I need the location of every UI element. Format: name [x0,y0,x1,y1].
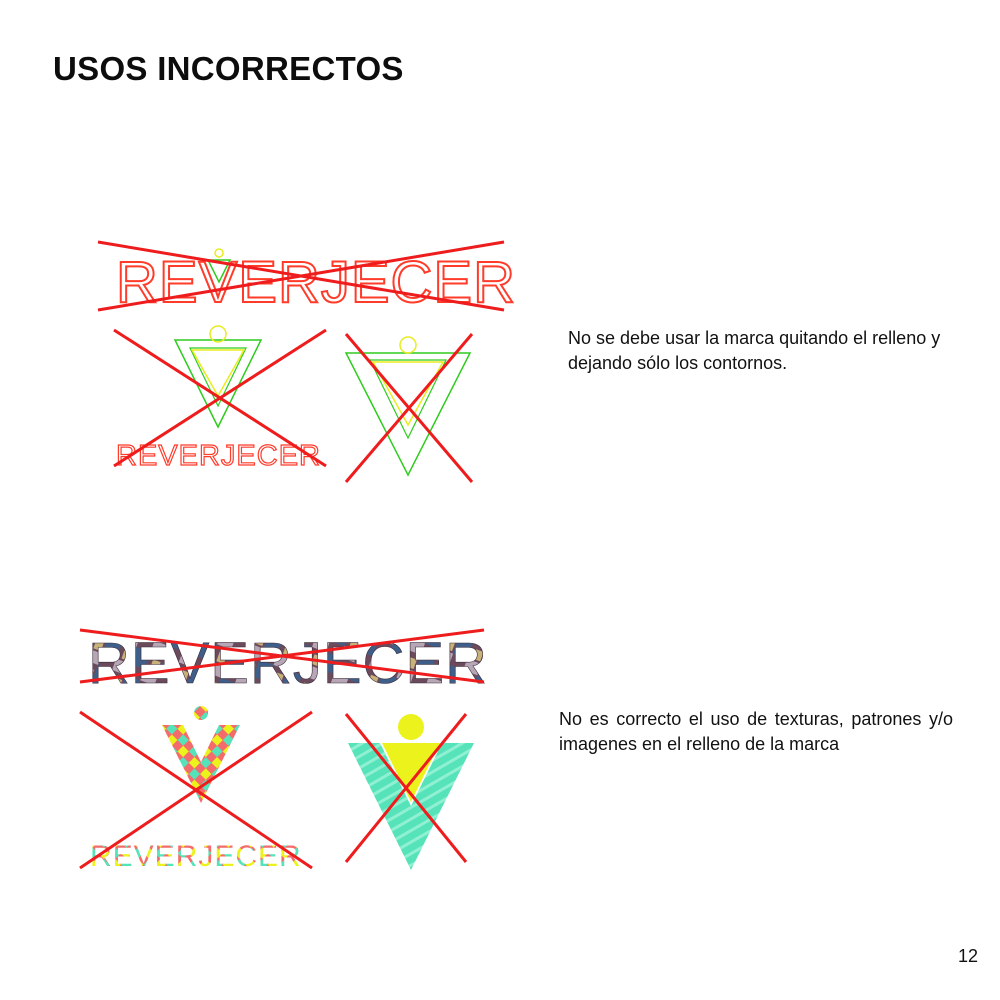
note-outline-usage: No se debe usar la marca quitando el rel… [568,328,941,373]
cross-mark [344,333,474,483]
page-title: USOS INCORRECTOS [53,50,404,87]
textured-logo-examples: REVERJECER REVERJECER [79,628,488,873]
note-texture-usage: No es correcto el uso de texturas, patro… [559,709,953,754]
wordmark-text: REVERJECER [116,250,516,315]
wordmark-horizontal-outline: REVERJECER [115,248,516,316]
outline-logo-examples: REVERJECER REVERJECER [97,240,516,483]
page-number: 12 [957,946,978,966]
wordmark-text-small: REVERJECER [90,840,302,873]
wordmark-horizontal-textured: REVERJECER [88,631,488,697]
wordmark-text: REVERJECER [88,631,488,696]
